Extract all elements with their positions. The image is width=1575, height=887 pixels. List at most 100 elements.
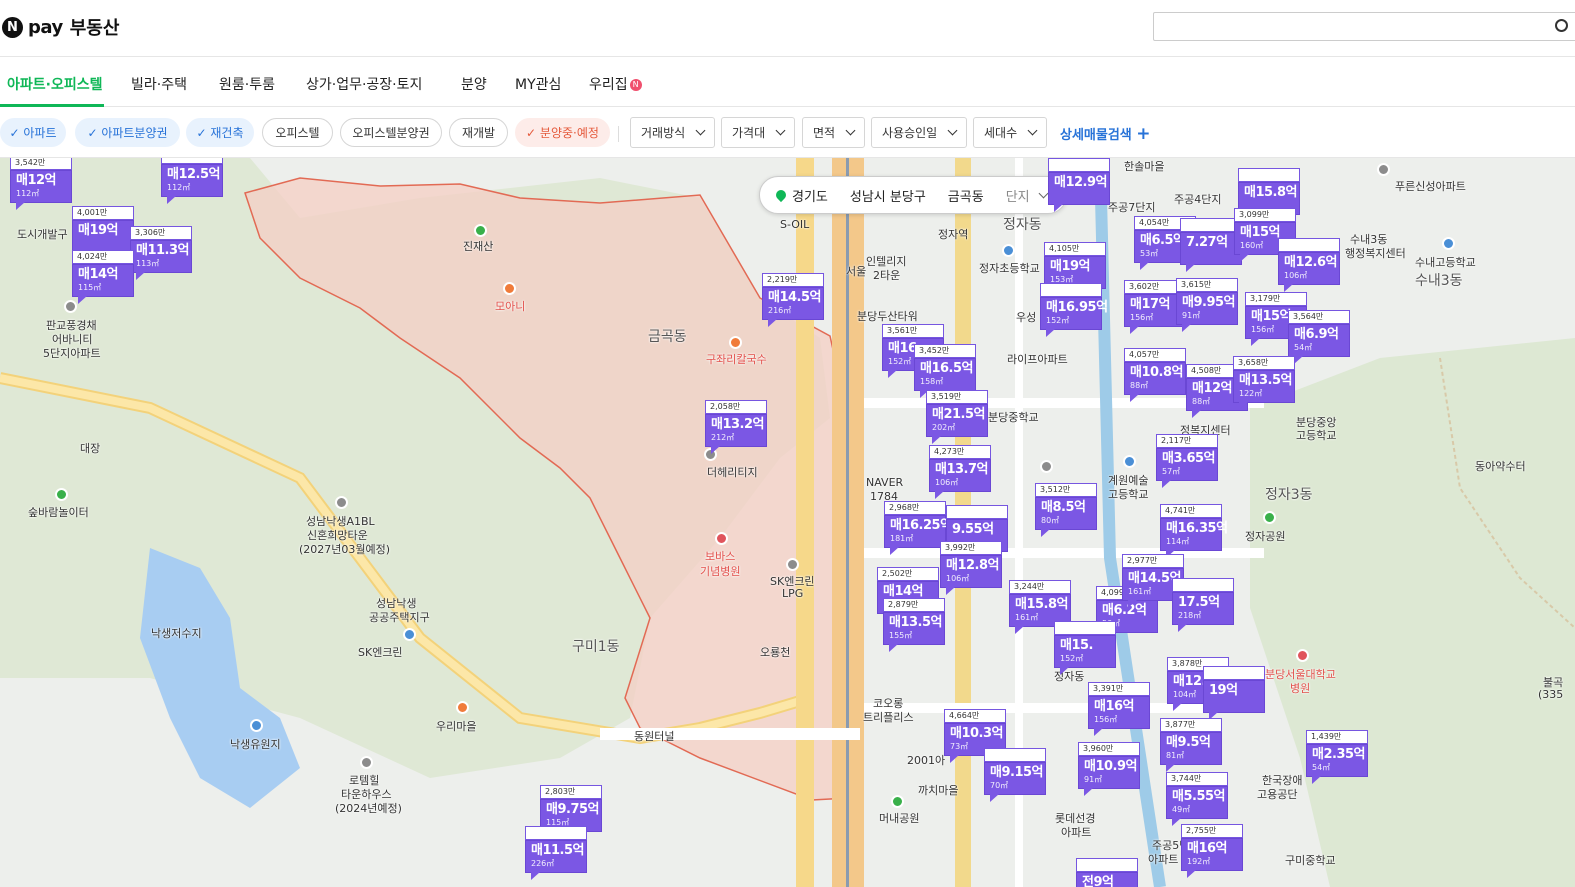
listing-price-marker[interactable]: 3,452만 매16.5억 158㎡	[914, 344, 976, 398]
hospital-icon[interactable]	[715, 532, 728, 545]
listing-price-marker[interactable]: 전9억	[1076, 858, 1138, 887]
listing-price-marker[interactable]: 매12.6억 106㎡	[1278, 238, 1340, 292]
gas-station-icon[interactable]	[786, 558, 799, 571]
listing-price-marker[interactable]: 3,512만 매8.5억 80㎡	[1035, 483, 1097, 537]
chip-apartment-presale-right[interactable]: ✓ 아파트분양권	[75, 118, 180, 147]
chip-officetel-presale-right[interactable]: 오피스텔분양권	[340, 118, 442, 147]
listing-price-marker[interactable]: 2,968만 매16.25억 181㎡	[884, 501, 952, 555]
tab-villa-house[interactable]: 빌라·주택	[131, 74, 187, 94]
listing-price-marker[interactable]: 7.27억	[1180, 218, 1242, 272]
region-breadcrumb[interactable]: 경기도 성남시 분당구 금곡동 단지	[759, 176, 1067, 214]
price-per-pyeong	[1076, 858, 1138, 872]
dropdown-approval-date[interactable]: 사용승인일	[871, 117, 968, 148]
listing-price-marker[interactable]: 17.5억 218㎡	[1172, 578, 1234, 632]
listing-price-marker[interactable]: 4,001만 매19억	[72, 206, 134, 260]
map-label: 라이프아파트	[1007, 353, 1068, 366]
restaurant-icon[interactable]	[729, 336, 742, 349]
listing-price-marker[interactable]: 매16.95억 152㎡	[1040, 283, 1108, 337]
tab-presale[interactable]: 분양	[461, 74, 487, 94]
hospital-icon[interactable]	[1296, 649, 1309, 662]
listing-price-marker[interactable]: 2,219만 매14.5억 216㎡	[762, 273, 824, 327]
chip-officetel[interactable]: 오피스텔	[262, 118, 333, 147]
listing-price-marker[interactable]: 3,306만 매11.3억 113㎡	[130, 226, 192, 280]
tab-oneroom-tworoom[interactable]: 원룸·투룸	[219, 74, 275, 94]
building-icon[interactable]	[1377, 163, 1390, 176]
gas-station-icon[interactable]	[403, 628, 416, 641]
dropdown-price[interactable]: 가격대	[721, 117, 796, 148]
listing-price-marker[interactable]: 2,058만 매13.2억 212㎡	[705, 400, 767, 454]
price-per-pyeong: 3,658만	[1233, 356, 1295, 370]
listing-price-marker[interactable]: 3,744만 매5.55억 49㎡	[1166, 772, 1228, 826]
map-label: 숲바람놀이터	[28, 506, 89, 519]
listing-price-marker[interactable]: 2,879만 매13.5억 155㎡	[883, 598, 945, 652]
chip-presale-upcoming[interactable]: ✓ 분양중·예정	[515, 118, 610, 147]
price-per-pyeong: 2,117만	[1156, 434, 1218, 448]
map-view[interactable]: 진재산 모아니 금곡동 구좌리칼국수 더헤리티지 보바스 기념병원 SK엔크린 …	[0, 158, 1575, 887]
school-icon[interactable]	[1123, 455, 1136, 468]
school-icon[interactable]	[1442, 237, 1455, 250]
listing-price-marker[interactable]: 3,992만 매12.8억 106㎡	[940, 541, 1002, 595]
listing-price-marker[interactable]: 4,105만 매19억 153㎡	[1044, 242, 1106, 296]
sale-price: 매6.9억	[1294, 327, 1339, 342]
building-icon[interactable]	[1040, 460, 1053, 473]
npay-realestate-logo[interactable]: N pay 부동산	[2, 14, 119, 40]
listing-price-marker[interactable]: 매9.15억 70㎡	[984, 748, 1046, 802]
marker-body: 매10.8억 88㎡	[1124, 362, 1186, 395]
floor-area: 54㎡	[1294, 343, 1313, 352]
listing-price-marker[interactable]: 3,877만 매9.5억 81㎡	[1160, 718, 1222, 772]
search-icon[interactable]	[1555, 19, 1568, 32]
listing-price-marker[interactable]: 매12.5억 112㎡	[161, 158, 223, 204]
listing-price-marker[interactable]: 19억	[1203, 666, 1265, 720]
listing-price-marker[interactable]: 1,439만 매2.35억 54㎡	[1306, 730, 1368, 784]
map-label: 주공7단지	[1108, 201, 1156, 214]
tab-apartment-officetel[interactable]: 아파트·오피스텔	[7, 74, 102, 94]
dropdown-trade-type[interactable]: 거래방식	[630, 117, 716, 148]
building-icon[interactable]	[360, 756, 373, 769]
search-input[interactable]	[1154, 13, 1575, 40]
listing-price-marker[interactable]: 3,519만 매21.5억 202㎡	[926, 390, 988, 444]
breadcrumb-type[interactable]: 단지	[1006, 186, 1030, 205]
tab-commercial-land[interactable]: 상가·업무·공장·토지	[306, 74, 422, 94]
listing-price-marker[interactable]: 4,741만 매16.35억 114㎡	[1160, 504, 1228, 558]
listing-price-marker[interactable]: 4,024만 매14억 115㎡	[72, 250, 134, 304]
listing-price-marker[interactable]: 매12.9억	[1048, 158, 1110, 212]
breadcrumb-city[interactable]: 성남시 분당구	[850, 186, 926, 205]
search-box[interactable]	[1153, 12, 1575, 41]
listing-price-marker[interactable]: 2,803만 매9.75억 115㎡	[540, 785, 602, 839]
dropdown-label: 거래방식	[641, 126, 686, 140]
listing-price-marker[interactable]: 3,615만 매9.95억 91㎡	[1176, 278, 1238, 332]
listing-price-marker[interactable]: 2,755만 매16억 192㎡	[1181, 824, 1243, 878]
dropdown-households[interactable]: 세대수	[973, 117, 1048, 148]
listing-price-marker[interactable]: 매15. 152㎡	[1054, 621, 1116, 675]
advanced-search-button[interactable]: 상세매물검색 +	[1060, 124, 1151, 144]
listing-price-marker[interactable]: 매11.5억 226㎡	[525, 826, 587, 880]
tab-my-home[interactable]: 우리집 N	[589, 74, 642, 94]
breadcrumb-province[interactable]: 경기도	[792, 186, 828, 205]
listing-price-marker[interactable]: 4,273만 매13.7억 106㎡	[929, 445, 991, 499]
listing-price-marker[interactable]: 3,658만 매13.5억 122㎡	[1233, 356, 1295, 410]
breadcrumb-dong[interactable]: 금곡동	[948, 186, 984, 205]
building-icon[interactable]	[335, 496, 348, 509]
listing-price-marker[interactable]: 3,564만 매6.9억 54㎡	[1288, 310, 1350, 364]
listing-price-marker[interactable]: 3,960만 매10.9억 91㎡	[1078, 742, 1140, 796]
chip-apartment[interactable]: ✓ 아파트	[0, 118, 66, 147]
dropdown-area[interactable]: 면적	[802, 117, 866, 148]
chevron-down-icon[interactable]	[1038, 188, 1049, 198]
school-icon[interactable]	[1002, 244, 1015, 257]
listing-price-marker[interactable]: 3,244만 매15.8억 161㎡	[1009, 580, 1071, 634]
building-icon[interactable]	[64, 300, 77, 313]
restaurant-icon[interactable]	[456, 701, 469, 714]
chip-redevelopment[interactable]: 재개발	[449, 118, 508, 147]
listing-price-marker[interactable]: 3,391만 매16억 156㎡	[1088, 682, 1150, 736]
marker-tail	[1162, 480, 1171, 488]
marker-tail	[990, 794, 999, 802]
marker-tail	[531, 872, 540, 880]
marker-tail	[889, 644, 898, 652]
tab-my-interest[interactable]: MY관심	[515, 74, 561, 94]
chip-reconstruction[interactable]: ✓ 재건축	[186, 118, 254, 147]
park-icon	[891, 795, 904, 808]
listing-price-marker[interactable]: 2,117만 매3.65억 57㎡	[1156, 434, 1218, 488]
listing-price-marker[interactable]: 3,542만 매12억 112㎡	[10, 158, 72, 210]
restaurant-icon[interactable]	[503, 282, 516, 295]
listing-price-marker[interactable]: 4,057만 매10.8억 88㎡	[1124, 348, 1186, 402]
